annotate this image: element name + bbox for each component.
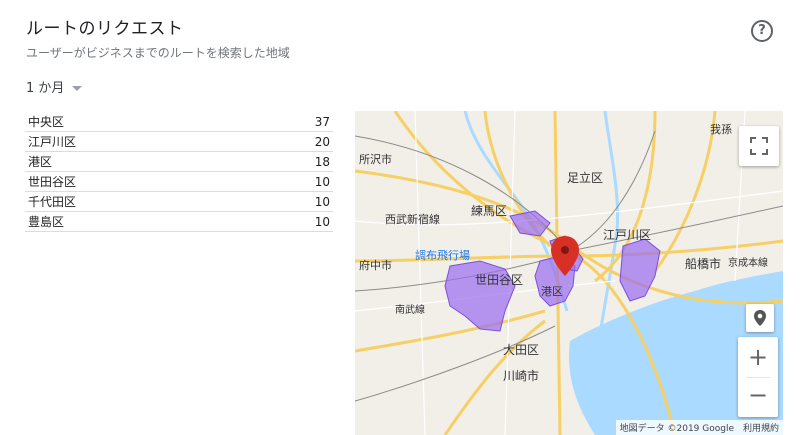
area-count: 10 [245, 171, 333, 192]
area-list: 中央区 37 江戸川区 20 港区 18 世田谷区 10 千代田区 10 豊島区 10 [25, 112, 333, 232]
location-pin-icon [754, 310, 766, 326]
map-label: 大田区 [503, 343, 540, 357]
card-subtitle: ユーザーがビジネスまでのルートを検索した地域 [26, 46, 290, 60]
location-button[interactable] [746, 304, 774, 332]
area-name: 豊島区 [25, 211, 246, 232]
map-label: 足立区 [567, 171, 604, 185]
zoom-out-button[interactable]: − [738, 381, 778, 409]
list-item: 江戸川区 20 [25, 131, 333, 152]
map-label: 調布飛行場 [415, 249, 470, 262]
zoom-divider [746, 377, 770, 378]
fullscreen-button[interactable] [739, 126, 779, 166]
map-label: 世田谷区 [475, 273, 524, 287]
list-item: 世田谷区 10 [25, 171, 333, 192]
card-title: ルートのリクエスト [26, 19, 184, 39]
map-label: 府中市 [359, 259, 392, 272]
area-count: 10 [245, 211, 333, 232]
period-dropdown[interactable]: 1 か月 [26, 77, 83, 96]
map-attribution[interactable]: 地図データ ©2019 Google 利用規約 [615, 420, 783, 435]
area-name: 中央区 [25, 112, 246, 132]
list-item: 千代田区 10 [25, 191, 333, 212]
heat-map[interactable]: 所沢市 練馬区 足立区 西武新宿線 調布飛行場 府中市 世田谷区 江戸川区 船橋… [355, 111, 783, 435]
area-name: 千代田区 [25, 191, 246, 212]
area-count: 18 [245, 151, 333, 172]
zoom-control: + − [738, 337, 778, 417]
map-label: 港区 [541, 285, 563, 298]
map-label: 南武線 [395, 305, 425, 316]
map-label: 船橋市 [685, 257, 722, 271]
map-canvas[interactable] [355, 111, 783, 435]
area-name: 世田谷区 [25, 171, 246, 192]
fullscreen-icon [750, 137, 768, 155]
map-label: 所沢市 [359, 153, 392, 166]
area-name: 港区 [25, 151, 246, 172]
list-item: 港区 18 [25, 151, 333, 172]
area-count: 37 [245, 112, 333, 132]
list-item: 中央区 37 [25, 112, 333, 132]
dropdown-caret-icon [72, 86, 83, 91]
map-label: 西武新宿線 [385, 213, 440, 226]
map-label: 京成本線 [728, 258, 768, 269]
map-label: 江戸川区 [603, 228, 652, 242]
area-name: 江戸川区 [25, 131, 246, 152]
period-label: 1 か月 [26, 81, 65, 96]
area-count: 10 [245, 191, 333, 212]
map-label: 練馬区 [471, 204, 508, 218]
area-count: 20 [245, 131, 333, 152]
help-icon[interactable]: ? [751, 20, 773, 42]
zoom-in-button[interactable]: + [738, 343, 778, 371]
map-label: 我孫 [710, 123, 732, 136]
map-label: 川崎市 [503, 369, 540, 383]
route-requests-card: ルートのリクエスト ユーザーがビジネスまでのルートを検索した地域 ? 1 か月 … [0, 0, 800, 435]
list-item: 豊島区 10 [25, 211, 333, 232]
